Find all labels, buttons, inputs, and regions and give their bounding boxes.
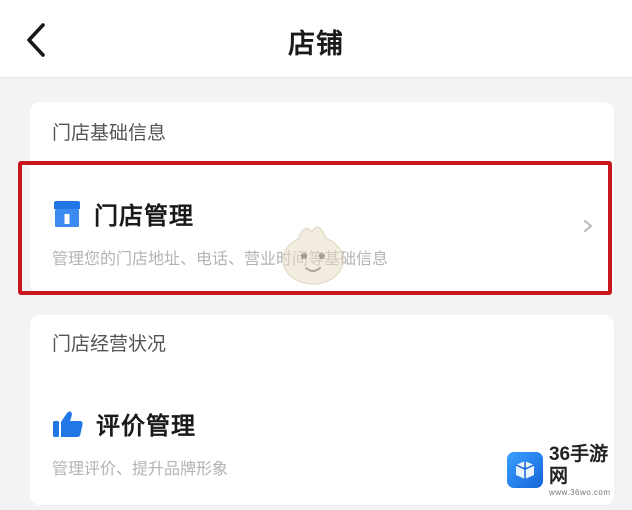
brand-url: www.36wo.com xyxy=(548,487,611,497)
brand-logo-icon xyxy=(507,452,543,488)
page-title: 店铺 xyxy=(288,29,344,60)
section-header-operations: 门店经营状况 xyxy=(52,333,167,355)
nav-bar: 店铺 xyxy=(0,0,632,78)
brand-watermark: 36手游网 www.36wo.com xyxy=(507,444,627,497)
brand-name: 36手游网 xyxy=(548,443,609,487)
review-management-row[interactable]: 评价管理 管理评价、提升品牌形象 xyxy=(52,406,228,479)
thumbs-up-icon xyxy=(53,410,83,437)
mascot-watermark-icon xyxy=(282,226,344,285)
section-header-basic-info: 门店基础信息 xyxy=(52,122,167,144)
review-management-description: 管理评价、提升品牌形象 xyxy=(52,459,229,478)
review-management-title: 评价管理 xyxy=(96,412,196,440)
